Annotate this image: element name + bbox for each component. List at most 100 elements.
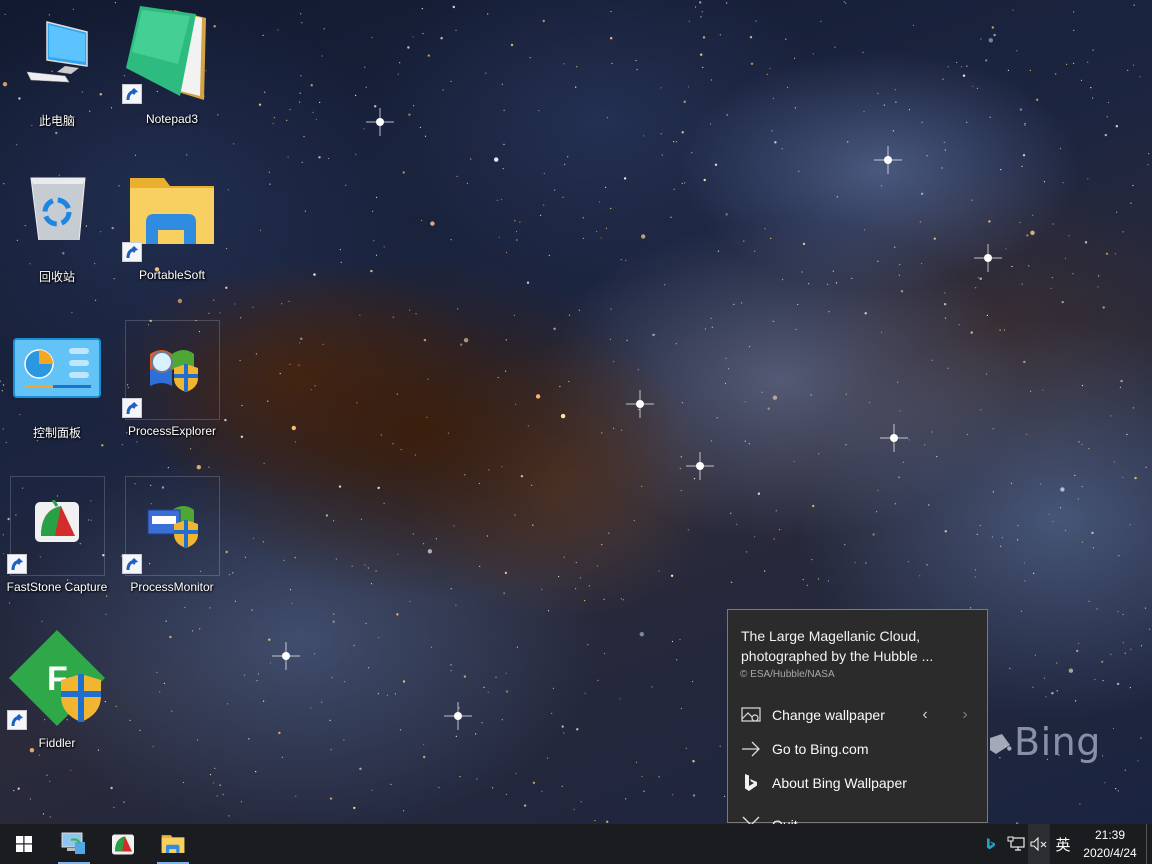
star	[724, 382, 727, 385]
star	[1116, 682, 1120, 686]
star	[1081, 384, 1084, 387]
bright-star	[272, 642, 300, 670]
star	[637, 369, 639, 371]
star	[372, 210, 374, 212]
star	[966, 65, 968, 67]
desktop-icon-processexplorer[interactable]: ProcessExplorer	[122, 320, 220, 470]
star	[212, 782, 214, 784]
star	[1104, 133, 1108, 137]
next-wallpaper-button[interactable]: ›	[955, 700, 975, 730]
star	[503, 592, 505, 594]
taskbar-faststone-capture[interactable]	[99, 824, 147, 864]
star	[749, 346, 751, 348]
star	[375, 254, 378, 256]
star	[1087, 61, 1089, 63]
star	[479, 565, 481, 568]
star	[222, 793, 224, 796]
star	[355, 94, 357, 96]
star	[1105, 252, 1109, 255]
star	[129, 719, 131, 722]
star	[373, 240, 375, 242]
star	[908, 109, 911, 111]
desktop-icon-processmonitor[interactable]: ProcessMonitor	[122, 476, 220, 626]
star	[1134, 476, 1137, 480]
star	[1040, 483, 1042, 485]
star	[828, 311, 830, 313]
desktop-icon-recycle-bin[interactable]: 回收站	[9, 164, 105, 314]
star	[779, 529, 781, 531]
star	[702, 66, 704, 68]
desktop-icon-portablesoft[interactable]: PortableSoft	[122, 164, 220, 314]
taskbar-file-explorer[interactable]	[149, 824, 197, 864]
star	[579, 577, 582, 579]
star	[854, 562, 856, 564]
process-explorer-icon	[150, 350, 198, 392]
wallpaper-title: The Large Magellanic Cloud, photographed…	[741, 628, 934, 664]
star	[1124, 652, 1126, 654]
star	[681, 131, 684, 134]
tray-volume[interactable]	[1028, 824, 1050, 864]
star	[1101, 660, 1104, 663]
star	[1011, 265, 1013, 268]
star	[744, 440, 746, 442]
star	[641, 485, 643, 487]
star	[547, 610, 550, 612]
desktop-icon-fiddler[interactable]: F Fiddler	[7, 630, 105, 782]
tray-network[interactable]	[1004, 824, 1028, 864]
star	[806, 584, 808, 587]
star	[281, 303, 283, 305]
star	[1081, 444, 1083, 446]
star	[269, 183, 271, 185]
tray-bing-wallpaper[interactable]	[982, 824, 1000, 864]
star	[1072, 273, 1074, 275]
previous-wallpaper-button[interactable]: ‹	[915, 700, 935, 730]
star	[397, 73, 399, 75]
star	[487, 691, 489, 693]
star	[726, 2, 728, 4]
star	[500, 199, 503, 201]
star	[226, 247, 228, 250]
star	[241, 404, 243, 407]
star	[192, 630, 194, 632]
star	[673, 141, 675, 143]
star	[407, 46, 410, 49]
star	[114, 1, 116, 4]
menu-item-about[interactable]: About Bing Wallpaper	[728, 768, 987, 798]
taskbar-remote-desktop[interactable]	[50, 824, 98, 864]
recycle-bin-icon	[30, 177, 86, 240]
star	[301, 22, 303, 24]
desktop-icon-control-panel[interactable]: 控制面板	[9, 320, 105, 470]
start-button[interactable]	[0, 824, 48, 864]
clock[interactable]: 21:39 2020/4/24	[1078, 826, 1142, 862]
menu-item-change-wallpaper[interactable]: Change wallpaper ‹ ›	[728, 700, 987, 730]
menu-item-go-to-bing[interactable]: Go to Bing.com	[728, 734, 987, 764]
star	[315, 118, 317, 120]
star	[671, 640, 674, 643]
star	[264, 91, 266, 93]
star	[691, 680, 694, 683]
star	[836, 196, 838, 198]
star	[979, 277, 982, 280]
star	[1122, 642, 1124, 644]
star	[941, 167, 943, 169]
star	[639, 632, 644, 637]
star	[971, 199, 973, 201]
desktop-icon-notepad3[interactable]: Notepad3	[122, 6, 220, 158]
star	[944, 317, 947, 319]
star	[660, 133, 662, 135]
star	[728, 368, 730, 370]
star	[1091, 531, 1094, 535]
input-method-indicator[interactable]: 英	[1050, 824, 1076, 864]
star	[301, 161, 303, 163]
star	[495, 676, 497, 678]
desktop-icon-this-pc[interactable]: 此电脑	[9, 8, 105, 158]
show-desktop-button[interactable]	[1146, 824, 1152, 864]
star	[502, 168, 504, 170]
star	[531, 484, 533, 486]
star	[427, 54, 430, 57]
star	[781, 148, 783, 150]
star	[219, 784, 221, 786]
star	[749, 36, 753, 39]
star	[450, 239, 452, 241]
desktop-icon-faststone-capture[interactable]: FastStone Capture	[7, 476, 107, 626]
